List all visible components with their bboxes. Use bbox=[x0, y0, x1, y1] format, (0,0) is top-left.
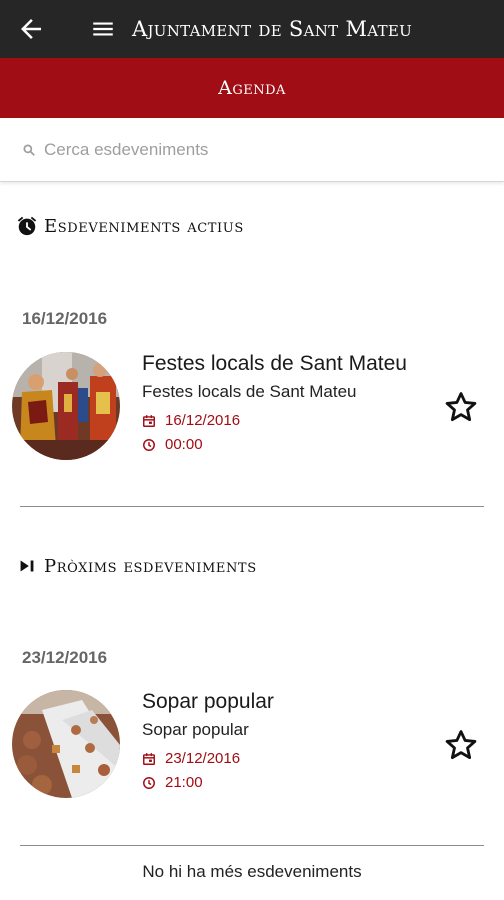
favorite-star-icon[interactable] bbox=[444, 390, 478, 424]
favorite-star-icon[interactable] bbox=[444, 728, 478, 762]
active-events-heading: Esdeveniments actius bbox=[16, 211, 244, 241]
alarm-clock-icon bbox=[17, 216, 37, 236]
event-title: Sopar popular bbox=[142, 690, 274, 713]
section-title: Agenda bbox=[218, 77, 286, 99]
event-time-text: 21:00 bbox=[165, 774, 203, 791]
event-time: 00:00 bbox=[142, 436, 203, 453]
clock-icon bbox=[143, 438, 155, 451]
divider bbox=[20, 845, 484, 846]
search-icon bbox=[23, 144, 35, 156]
arrow-left-icon[interactable] bbox=[16, 14, 46, 44]
search-input[interactable] bbox=[44, 136, 484, 164]
divider bbox=[20, 506, 484, 507]
end-of-list-message: No hi ha més esdeveniments bbox=[142, 862, 362, 881]
app-title: Ajuntament de Sant Mateu bbox=[132, 17, 413, 41]
calendar-icon bbox=[143, 752, 155, 765]
event-date: 23/12/2016 bbox=[142, 750, 240, 767]
search-bar bbox=[0, 118, 504, 182]
event-date: 16/12/2016 bbox=[142, 412, 240, 429]
active-events-title: Esdeveniments actius bbox=[44, 215, 244, 237]
event-photo bbox=[12, 690, 120, 798]
event-item[interactable]: Festes locals de Sant Mateu Festes local… bbox=[0, 352, 504, 468]
clock-icon bbox=[143, 776, 155, 789]
event-photo bbox=[12, 352, 120, 460]
event-date-text: 23/12/2016 bbox=[165, 750, 241, 767]
date-group-label: 16/12/2016 bbox=[22, 309, 108, 328]
upcoming-events-title: Pròxims esdeveniments bbox=[44, 555, 257, 577]
hamburger-menu-icon[interactable] bbox=[90, 16, 116, 42]
app-bar: Ajuntament de Sant Mateu bbox=[0, 0, 504, 58]
event-date-text: 16/12/2016 bbox=[165, 412, 241, 429]
skip-next-icon bbox=[20, 560, 34, 572]
event-subtitle: Festes locals de Sant Mateu bbox=[142, 382, 357, 401]
calendar-icon bbox=[143, 414, 155, 427]
event-time-text: 00:00 bbox=[165, 436, 203, 453]
date-group-label: 23/12/2016 bbox=[22, 648, 108, 667]
upcoming-events-heading: Pròxims esdeveniments bbox=[16, 551, 257, 581]
event-time: 21:00 bbox=[142, 774, 203, 791]
event-item[interactable]: Sopar popular Sopar popular 23/12/2016 2… bbox=[0, 690, 504, 806]
event-title: Festes locals de Sant Mateu bbox=[142, 352, 407, 375]
section-header: Agenda bbox=[0, 58, 504, 118]
event-subtitle: Sopar popular bbox=[142, 720, 249, 739]
